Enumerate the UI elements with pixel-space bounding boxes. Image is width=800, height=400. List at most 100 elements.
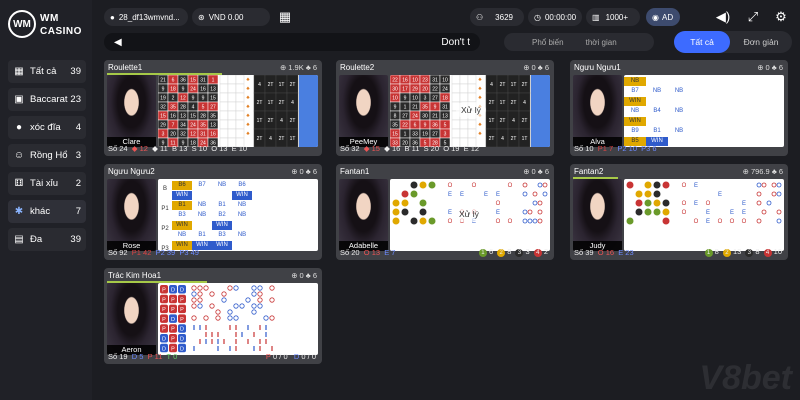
table-stats: ⊕ 0 ♣ 6 <box>291 167 317 176</box>
roulette-number: 10 <box>392 96 398 102</box>
roulette-number: 8 <box>394 114 397 120</box>
fire-mark: ♠ <box>478 86 482 92</box>
grid-cell <box>235 110 245 121</box>
fantan-count: 3 <box>523 247 530 256</box>
oe-mark: E <box>694 201 698 207</box>
oe-mark: E <box>484 192 488 198</box>
table-card-roulette1[interactable]: Roulette1 ⊕ 1.9K ♣ 6 Clare 21 9 19 32 15 29 3 9… <box>104 60 322 156</box>
grid-cell <box>451 92 461 103</box>
fire-mark: ♠ <box>246 113 250 119</box>
sidebar-item-all[interactable]: ▦ Tất cả 39 <box>8 60 86 83</box>
road-ring <box>527 209 533 215</box>
sidebar-item-label: khác <box>30 206 51 217</box>
big-road-ring <box>191 291 197 297</box>
roulette-number: 24 <box>442 87 448 93</box>
dozen-label: 1T <box>290 136 296 142</box>
nn-cell: WIN <box>212 221 232 230</box>
oe-mark: E <box>730 210 734 216</box>
sidebar-item-multi[interactable]: ▤ Đa 39 <box>8 228 86 251</box>
roulette-number: 9 <box>182 87 185 93</box>
tab-simple[interactable]: Đơn giản <box>732 31 790 53</box>
row-label: P1 <box>161 206 169 212</box>
fantan-bead <box>428 181 436 189</box>
big-road-ring <box>215 315 221 321</box>
grid-cell <box>235 119 245 130</box>
oe-mark: E <box>694 183 698 189</box>
sidebar-item-xoc-dia[interactable]: ● xóc đĩa 4 <box>8 116 86 139</box>
calendar-icon[interactable]: ▦ <box>276 8 294 26</box>
dozen-label: 2T <box>268 82 274 88</box>
sidebar-item-baccarat[interactable]: ▣ Baccarat 23 <box>8 88 86 111</box>
table-name: Ngưu Ngưu2 <box>108 167 155 176</box>
dozen-label: 1T <box>489 118 495 124</box>
grid-cell <box>451 83 461 94</box>
tab-all[interactable]: Tất cả <box>674 31 730 53</box>
oe-mark: O <box>472 183 477 189</box>
oe-mark: O <box>694 219 699 225</box>
big-road-ring <box>197 291 203 297</box>
road-ring <box>771 182 777 188</box>
stat: P <box>265 352 271 361</box>
user-pill[interactable]: ● 28_df13wmvnd... <box>104 8 188 26</box>
filter-popular[interactable]: Phổ biến <box>532 38 564 47</box>
grid-cell <box>219 92 229 103</box>
table-card-fantan2[interactable]: Fantan2 ⊕ 796.9 ♣ 6 Judy OOOEEOOEEEOEOEE… <box>570 164 788 260</box>
sidebar-item-other[interactable]: ✱ khác 7 <box>8 200 86 223</box>
grid-cell <box>467 119 477 130</box>
stat: P2 39 <box>155 248 176 257</box>
table-footer: Số 39 O 16 E 23 <box>574 248 634 257</box>
fullscreen-icon[interactable]: ⤢ <box>744 8 762 26</box>
fantan-bead <box>635 199 643 207</box>
table-card-roulette2[interactable]: Roulette2 ⊕ 0 ♣ 6 PeeMey 22 30 10 9 8 35 15 33 1… <box>336 60 554 156</box>
roulette-number: 9 <box>394 105 397 111</box>
fantan-bead <box>626 217 634 225</box>
sound-icon[interactable]: ◀) <box>714 8 732 26</box>
table-card-trac-kim-hoa1[interactable]: Trác Kim Hoa1 ⊕ 0 ♣ 6 Aeron PPPPPDDDPPDP… <box>104 268 322 364</box>
fantan-count: 10 <box>771 247 782 256</box>
table-name: Fantan2 <box>574 167 604 176</box>
mode-toggle[interactable]: ◉ AD <box>646 8 680 26</box>
oe-mark: E <box>460 192 464 198</box>
tkh-letter: P <box>162 327 166 333</box>
dozen-label: 4 <box>280 118 283 124</box>
table-stats: ⊕ 0 ♣ 6 <box>291 271 317 280</box>
roulette-number: 22 <box>402 123 408 129</box>
table-name: Trác Kim Hoa1 <box>108 271 162 280</box>
row-label: P2 <box>161 226 169 232</box>
settings-icon[interactable]: ⚙ <box>772 8 790 26</box>
nn-cell: B6 <box>238 182 246 188</box>
fantan-bead <box>644 190 652 198</box>
limit-pill[interactable]: ▥ 1000+ <box>586 8 640 26</box>
roulette-number: 27 <box>432 132 438 138</box>
tkh-letter: P <box>180 297 184 303</box>
filter-time[interactable]: thời gian <box>586 38 617 47</box>
oe-mark: O <box>496 201 501 207</box>
roulette-number: 16 <box>200 87 206 93</box>
table-card-fantan1[interactable]: Fantan1 ⊕ 0 ♣ 6 Adabelle OEEOEOOOOEEEOEO… <box>336 164 554 260</box>
balance-pill: ⊛ VND 0.00 <box>192 8 270 26</box>
oe-mark: O <box>718 219 723 225</box>
roulette-number: 1 <box>404 105 407 111</box>
big-road-ring <box>257 291 263 297</box>
roulette-number: 29 <box>412 87 418 93</box>
nn-cell: B4 <box>653 108 661 114</box>
road-ring <box>542 182 548 188</box>
sidebar-item-sicbo[interactable]: ⚅ Tài xỉu 2 <box>8 172 86 195</box>
fire-mark: ♠ <box>478 95 482 101</box>
roulette-number: 20 <box>170 132 176 138</box>
fantan-bead <box>662 217 670 225</box>
nn-cell: WIN <box>624 117 646 126</box>
dozen-label: 2T <box>489 100 495 106</box>
grid-cell <box>219 110 229 121</box>
tkh-letter: P <box>180 317 184 323</box>
road-ring <box>522 182 528 188</box>
nn-cell: NB <box>237 212 247 218</box>
tkh-letter: P <box>171 337 175 343</box>
table-card-ngu-ngu-1[interactable]: Ngưu Ngưu1 ⊕ 0 ♣ 6 Alva NB B7 NB NB WIN NB B4 N… <box>570 60 788 156</box>
table-card-ngu-ngu-2[interactable]: Ngưu Ngưu2 ⊕ 0 ♣ 6 Rose B6 B7 NB B6 WIN WIN B1… <box>104 164 322 260</box>
dozen-label: 4 <box>490 82 493 88</box>
sidebar-item-dragon-tiger[interactable]: ☺ Rồng Hổ 3 <box>8 144 86 167</box>
nn-cell: B9 <box>631 128 639 134</box>
dealer-photo: Aeron <box>107 283 156 355</box>
fantan-bead <box>419 208 427 216</box>
